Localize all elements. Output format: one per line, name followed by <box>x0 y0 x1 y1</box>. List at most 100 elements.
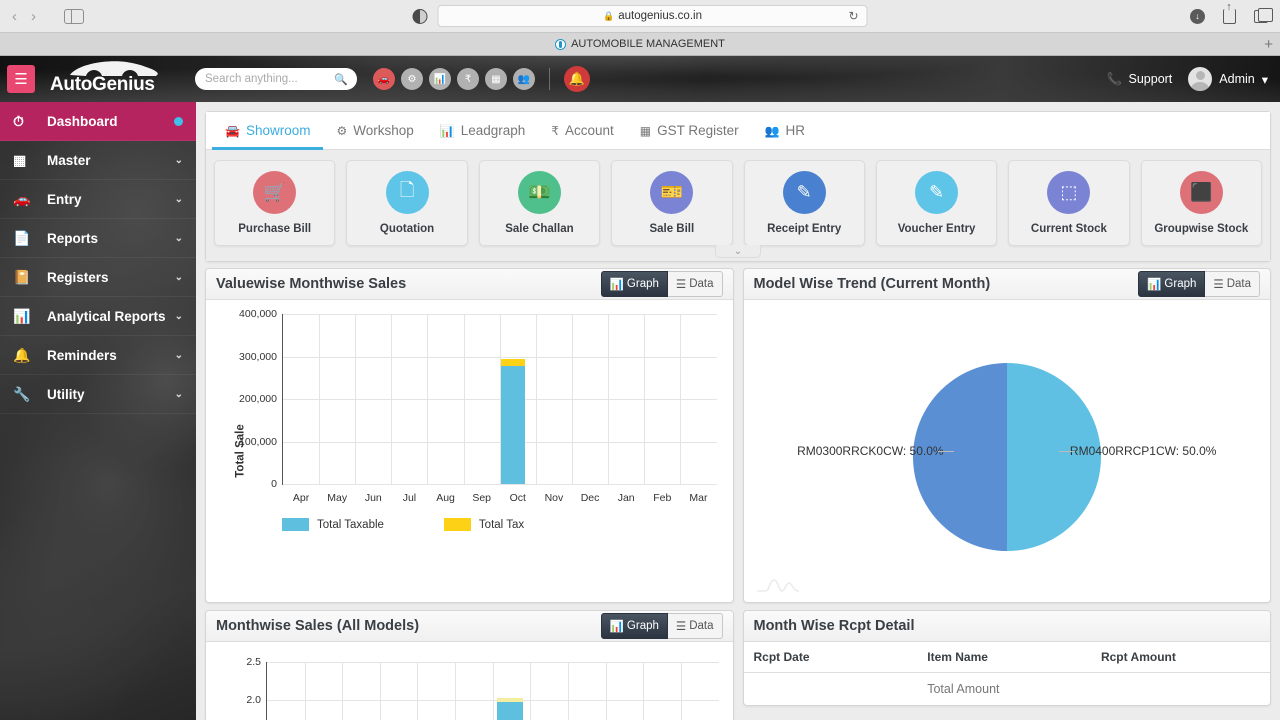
legend-item-taxable: Total Taxable <box>282 518 384 531</box>
column-header-item-name[interactable]: Item Name <box>917 642 1091 673</box>
tile-label: Groupwise Stock <box>1154 223 1248 235</box>
tile-receipt-entry[interactable]: ✎ Receipt Entry <box>744 160 865 246</box>
search-box[interactable]: 🔍 <box>195 68 357 90</box>
admin-menu[interactable]: Admin ▾ <box>1188 67 1268 91</box>
reader-contrast-icon[interactable] <box>413 9 428 24</box>
graph-view-button[interactable]: 📊 Graph <box>601 613 668 639</box>
tile-current-stock[interactable]: ⬚ Current Stock <box>1008 160 1129 246</box>
download-icon[interactable]: ↓ <box>1190 9 1205 24</box>
sidebar-item-dashboard[interactable]: ⏱ Dashboard <box>0 102 196 141</box>
sidebar-item-master[interactable]: ▦ Master ⌄ <box>0 141 196 180</box>
x-tick-label: Nov <box>545 492 564 504</box>
tile-voucher-entry[interactable]: ✎ Voucher Entry <box>876 160 997 246</box>
browser-tab[interactable]: AUTOMOBILE MANAGEMENT <box>555 38 725 50</box>
header-car-icon[interactable]: 🚗 <box>373 68 395 90</box>
chevron-down-icon: ▾ <box>1262 72 1268 87</box>
tab-workshop[interactable]: ⚙ Workshop <box>323 113 426 150</box>
x-tick-label: Aug <box>436 492 455 504</box>
monthwise-panel-col: Monthwise Sales (All Models) 📊 Graph ☰ D… <box>205 610 734 720</box>
data-label: Data <box>1227 278 1251 290</box>
share-icon[interactable] <box>1223 9 1236 24</box>
data-view-button[interactable]: ☰ Data <box>668 271 723 297</box>
module-tabs-panel: 🚘 Showroom ⚙ Workshop 📊 Leadgraph ₹ Acco… <box>205 111 1271 262</box>
brand-logo[interactable]: AutoGenius <box>50 59 165 99</box>
sidebar-item-registers[interactable]: 📔 Registers ⌄ <box>0 258 196 297</box>
hamburger-list-icon[interactable]: ☰ <box>7 65 35 93</box>
search-icon[interactable]: 🔍 <box>334 73 348 86</box>
tab-overview-icon[interactable] <box>1254 10 1268 23</box>
header-gears-icon[interactable]: ⚙ <box>401 68 423 90</box>
data-label: Data <box>689 620 713 632</box>
tab-showroom[interactable]: 🚘 Showroom <box>212 113 323 150</box>
address-bar-group: 🔒 autogenius.co.in ↻ <box>413 5 868 27</box>
support-button[interactable]: 📞 Support <box>1107 72 1172 87</box>
forward-button[interactable]: › <box>31 8 36 25</box>
panel-title: Monthwise Sales (All Models) <box>216 618 601 634</box>
search-input[interactable] <box>205 73 340 85</box>
app-header: ☰ AutoGenius 🔍 🚗 ⚙ 📊 ₹ ▦ 👥 🔔 📞 Support A… <box>0 56 1280 102</box>
browser-right-buttons: ↓ <box>1190 9 1268 24</box>
browser-nav-buttons: ‹ › <box>12 8 84 25</box>
active-indicator-dot <box>174 117 183 126</box>
panel-title: Month Wise Rcpt Detail <box>754 618 1261 634</box>
tile-groupwise-stock[interactable]: ⬛ Groupwise Stock <box>1141 160 1262 246</box>
browser-sidebar-toggle-icon[interactable] <box>64 9 84 24</box>
sidebar-item-reminders[interactable]: 🔔 Reminders ⌄ <box>0 336 196 375</box>
tile-purchase-bill[interactable]: 🛒 Purchase Bill <box>214 160 335 246</box>
sidebar-item-label: Registers <box>47 270 175 285</box>
sidebar-item-analytical-reports[interactable]: 📊 Analytical Reports ⌄ <box>0 297 196 336</box>
sidebar-item-utility[interactable]: 🔧 Utility ⌄ <box>0 375 196 414</box>
tile-label: Current Stock <box>1031 223 1107 235</box>
sidebar-menu: ⏱ Dashboard ▦ Master ⌄ 🚗 Entry ⌄ 📄 Repor… <box>0 102 196 414</box>
header-divider <box>549 68 550 90</box>
bar-chart-icon: 📊 <box>13 308 39 325</box>
wrench-icon: 🔧 <box>13 386 39 403</box>
header-calculator-icon[interactable]: ▦ <box>485 68 507 90</box>
sidebar-item-label: Master <box>47 153 175 168</box>
y-tick-label: 200,000 <box>239 393 277 405</box>
tile-sale-challan[interactable]: 💵 Sale Challan <box>479 160 600 246</box>
back-button[interactable]: ‹ <box>12 8 17 25</box>
reload-icon[interactable]: ↻ <box>848 9 858 23</box>
tab-account[interactable]: ₹ Account <box>538 113 626 150</box>
phone-icon: 📞 <box>1107 72 1123 87</box>
graph-view-button[interactable]: 📊 Graph <box>1138 271 1205 297</box>
book-icon: 📔 <box>13 269 39 286</box>
collapse-quick-actions-button[interactable]: ⌄ <box>715 245 761 258</box>
address-bar[interactable]: 🔒 autogenius.co.in ↻ <box>438 5 868 27</box>
data-label: Data <box>689 278 713 290</box>
bar-oct-taxable <box>501 366 525 484</box>
tab-gst-register[interactable]: ▦ GST Register <box>627 113 752 150</box>
header-people-icon[interactable]: 👥 <box>513 68 535 90</box>
sidebar-item-reports[interactable]: 📄 Reports ⌄ <box>0 219 196 258</box>
header-bar-chart-icon[interactable]: 📊 <box>429 68 451 90</box>
sidebar-item-label: Reports <box>47 231 175 246</box>
sidebar-item-entry[interactable]: 🚗 Entry ⌄ <box>0 180 196 219</box>
tab-hr[interactable]: 👥 HR <box>752 113 818 150</box>
table-icon: ▦ <box>640 124 651 138</box>
tile-quotation[interactable]: 🗋 Quotation <box>346 160 467 246</box>
browser-tab-label: AUTOMOBILE MANAGEMENT <box>571 38 725 50</box>
header-rupee-icon[interactable]: ₹ <box>457 68 479 90</box>
legend-label: Total Taxable <box>317 519 384 531</box>
browser-toolbar: ‹ › 🔒 autogenius.co.in ↻ ↓ <box>0 0 1280 33</box>
new-tab-button[interactable]: + <box>1264 36 1273 53</box>
y-tick-label: 2.5 <box>246 656 261 668</box>
column-header-rcpt-date[interactable]: Rcpt Date <box>744 642 918 673</box>
monthwise-chart: 2.5 2.0 <box>206 642 733 720</box>
data-view-button[interactable]: ☰ Data <box>668 613 723 639</box>
graph-view-button[interactable]: 📊 Graph <box>601 271 668 297</box>
column-header-rcpt-amount[interactable]: Rcpt Amount <box>1091 642 1270 673</box>
tab-leadgraph[interactable]: 📊 Leadgraph <box>427 113 539 150</box>
quick-actions-area: 🛒 Purchase Bill 🗋 Quotation 💵 Sale Chall… <box>206 150 1270 261</box>
dashboard-gauge-icon: ⏱ <box>13 113 39 130</box>
tile-sale-bill[interactable]: 🎫 Sale Bill <box>611 160 732 246</box>
data-view-button[interactable]: ☰ Data <box>1205 271 1260 297</box>
browser-tab-strip: AUTOMOBILE MANAGEMENT + <box>0 33 1280 56</box>
bell-icon[interactable]: 🔔 <box>564 66 590 92</box>
tile-label: Receipt Entry <box>767 223 841 235</box>
x-tick-label: Jan <box>618 492 635 504</box>
tile-label: Purchase Bill <box>238 223 311 235</box>
banknote-icon: 💵 <box>518 171 561 214</box>
ticket-icon: 🎫 <box>650 171 693 214</box>
